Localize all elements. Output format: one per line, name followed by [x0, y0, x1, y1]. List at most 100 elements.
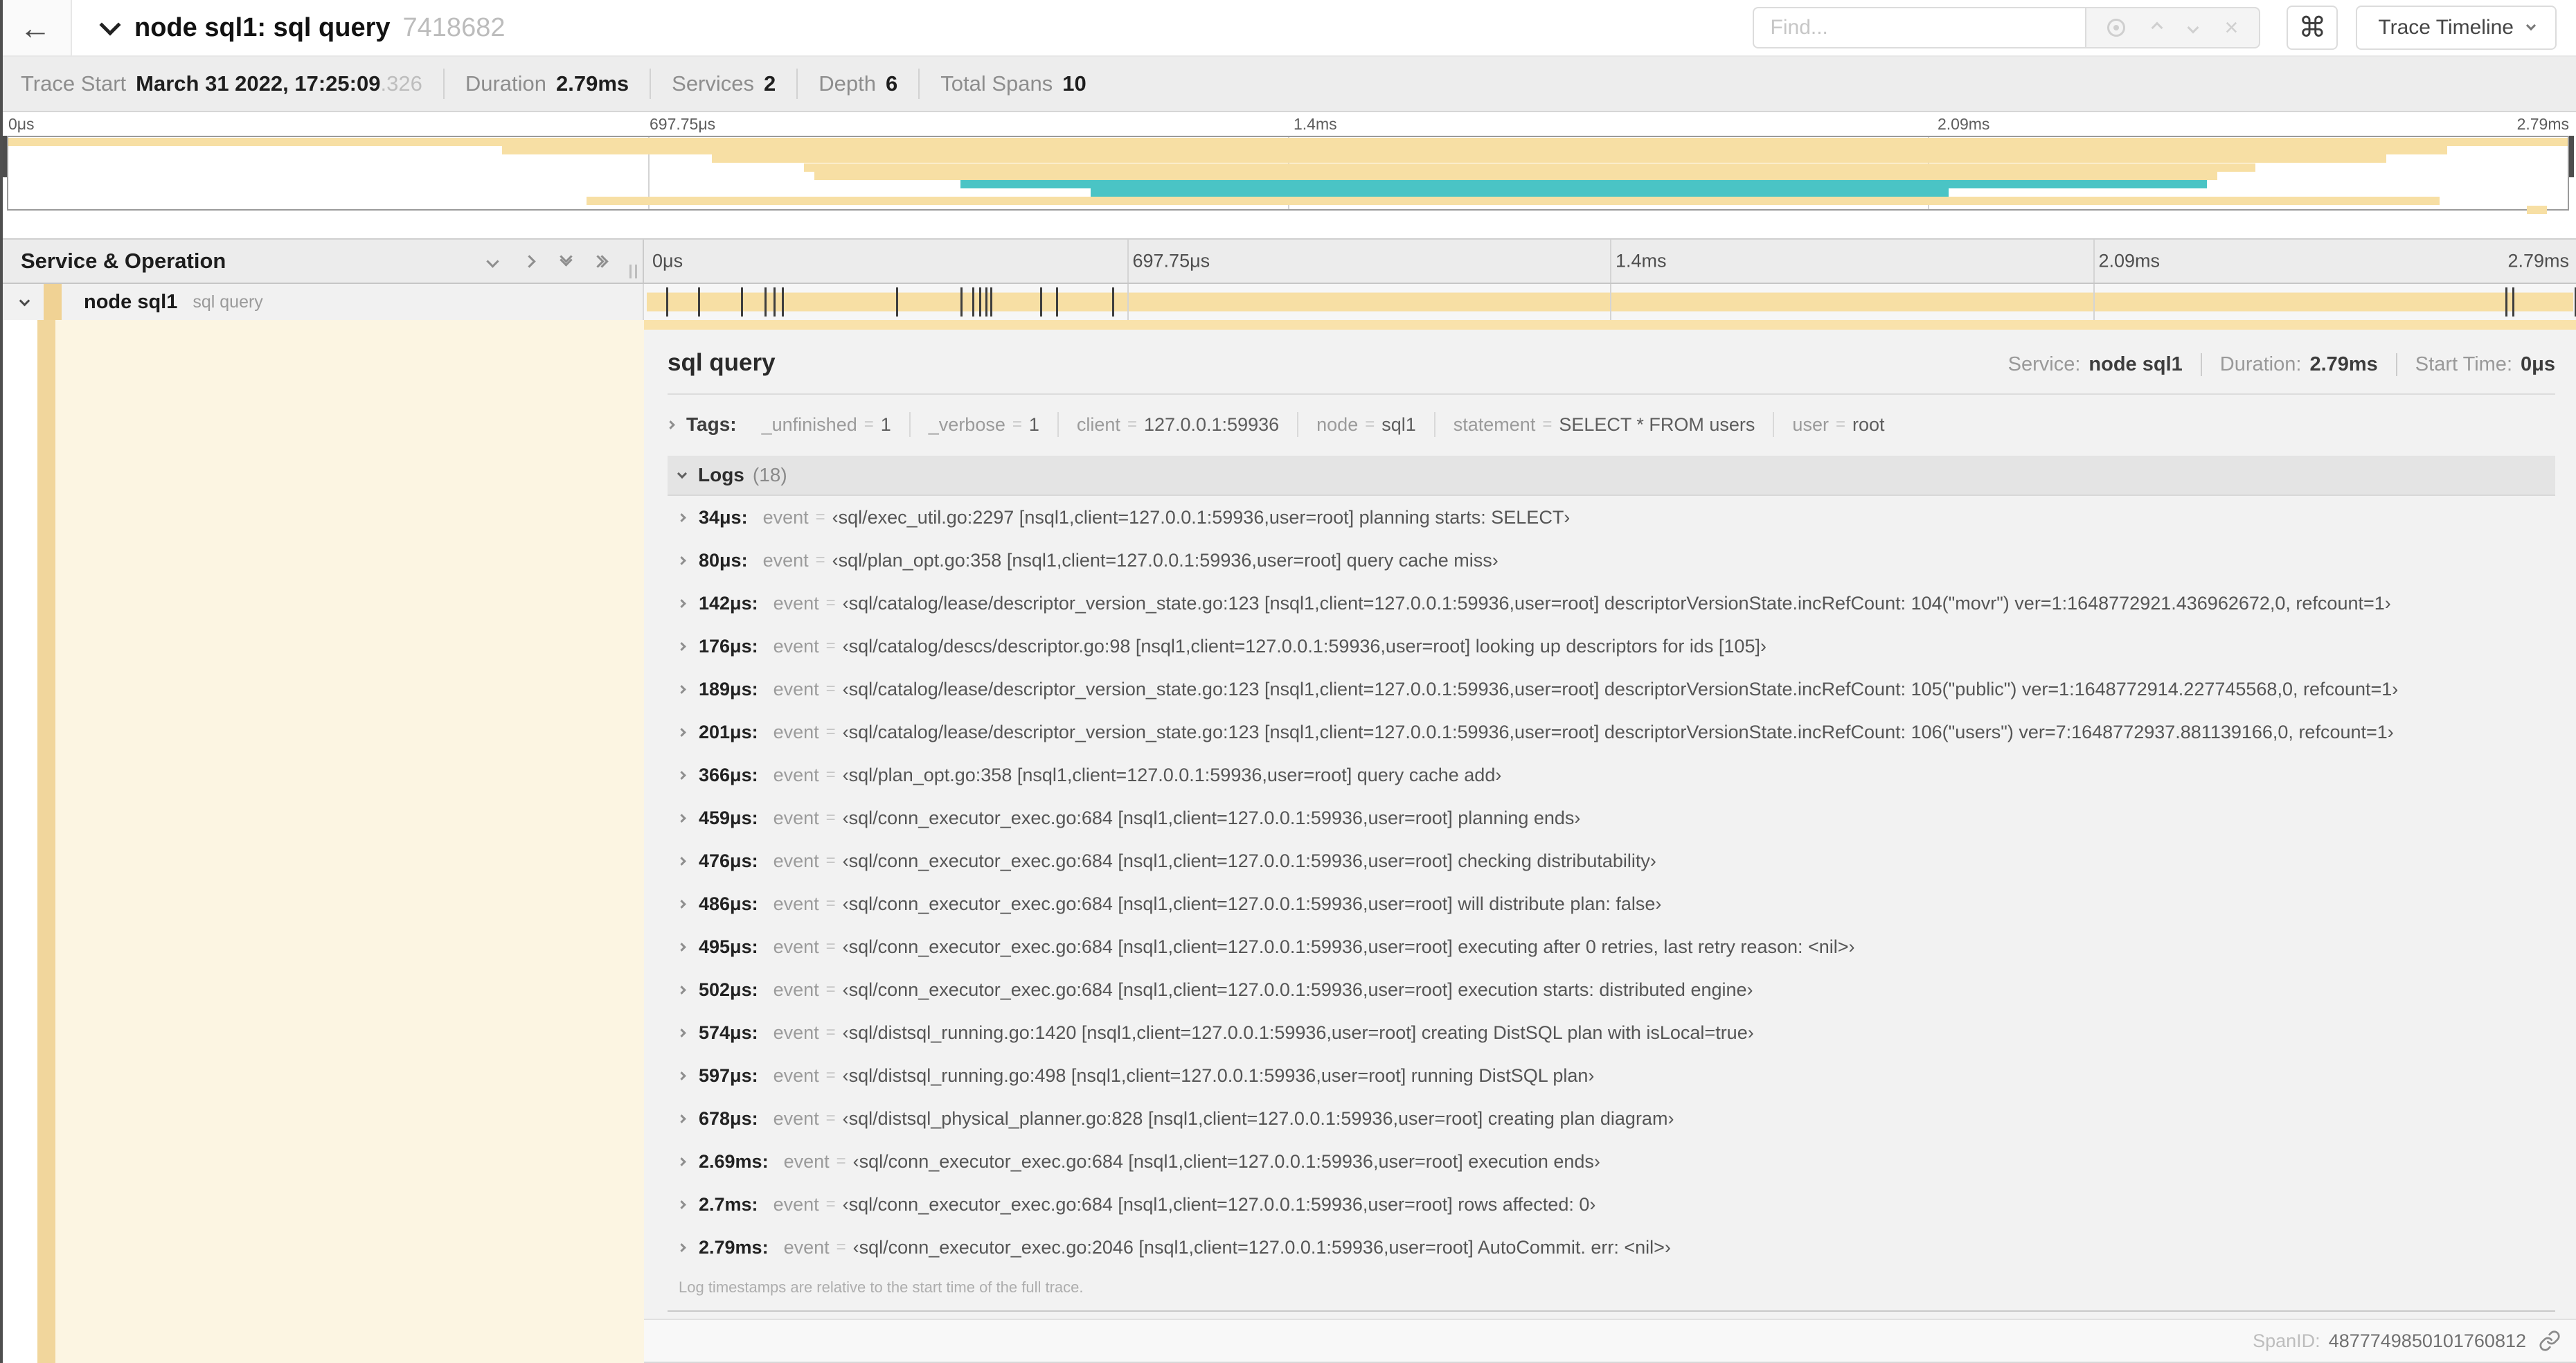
log-marker	[990, 287, 992, 317]
log-marker	[764, 287, 767, 317]
log-field-value: ‹sql/exec_util.go:2297 [nsql1,client=127…	[832, 506, 1571, 528]
tag-value: 1	[1028, 413, 1039, 435]
span-timeline[interactable]	[644, 284, 2576, 320]
log-timestamp: 486μs:	[699, 893, 758, 914]
log-field-value: ‹sql/distsql_physical_planner.go:828 [ns…	[842, 1107, 1674, 1129]
log-timestamp: 2.7ms:	[699, 1193, 758, 1215]
tags-expand-chevron-icon[interactable]	[666, 420, 675, 429]
log-marker	[895, 287, 898, 317]
expand-one-icon[interactable]	[523, 254, 536, 268]
log-field-value: ‹sql/conn_executor_exec.go:684 [nsql1,cl…	[842, 979, 1753, 1000]
tags-row[interactable]: Tags: _unfinished = 1 _verbose = 1 client = 127.…	[666, 412, 2555, 437]
find-input[interactable]	[1752, 7, 2085, 48]
log-row[interactable]: 201μs: event = ‹sql/catalog/lease/descripto…	[668, 711, 2555, 754]
log-row[interactable]: 34μs: event = ‹sql/exec_util.go:2297 [nsql1…	[668, 496, 2555, 539]
minimap-canvas[interactable]	[2, 136, 2574, 214]
log-row[interactable]: 189μs: event = ‹sql/catalog/lease/descripto…	[668, 668, 2555, 711]
log-row[interactable]: 574μs: event = ‹sql/distsql_running.go:1420…	[668, 1011, 2555, 1054]
gridline	[1127, 240, 1129, 283]
ruler-tick-label: 1.4ms	[1616, 250, 1667, 271]
log-marker	[960, 287, 963, 317]
tag-key: _unfinished	[761, 413, 857, 435]
trace-collapse-chevron-icon[interactable]	[99, 14, 121, 36]
trace-info-item: Total Spans 10	[940, 69, 1107, 99]
back-button[interactable]	[0, 0, 72, 55]
log-expand-chevron-icon	[677, 555, 686, 565]
trace-summary-bar: Trace Start March 31 2022, 17:25:09.326 Du…	[0, 57, 2576, 112]
log-row[interactable]: 2.69ms: event = ‹sql/conn_executor_exec.go:…	[668, 1140, 2555, 1183]
log-row[interactable]: 80μs: event = ‹sql/plan_opt.go:358 [nsql1,c…	[668, 539, 2555, 582]
keyboard-shortcuts-button[interactable]	[2287, 6, 2338, 50]
log-field-key: event	[773, 764, 819, 785]
service-color-strip	[44, 284, 62, 320]
minimap-span	[814, 171, 2217, 180]
locate-icon[interactable]	[2107, 19, 2125, 37]
collapse-one-icon[interactable]	[486, 254, 499, 268]
chevron-down-icon	[2525, 20, 2537, 31]
trace-timeline-page: node sql1: sql query 7418682 Trace Timel…	[0, 0, 2576, 1363]
log-field-key: event	[773, 1107, 819, 1129]
log-row[interactable]: 366μs: event = ‹sql/plan_opt.go:358 [nsql1,…	[668, 754, 2555, 796]
minimap-span	[8, 138, 2568, 146]
log-row[interactable]: 459μs: event = ‹sql/conn_executor_exec.go:6…	[668, 796, 2555, 839]
log-timestamp: 34μs:	[699, 506, 748, 528]
log-marker	[1112, 287, 1114, 317]
span-id-value: 4877749850101760812	[2328, 1330, 2526, 1351]
prev-result-icon[interactable]	[2151, 21, 2163, 34]
window-edge	[0, 0, 3, 1363]
log-row[interactable]: 2.7ms: event = ‹sql/conn_executor_exec.go:6…	[668, 1183, 2555, 1226]
log-timestamp: 366μs:	[699, 764, 758, 785]
clear-search-icon[interactable]	[2225, 16, 2239, 39]
trace-info-value: March 31 2022, 17:25:09	[136, 71, 381, 96]
log-row[interactable]: 2.79ms: event = ‹sql/conn_executor_exec.go:…	[668, 1226, 2555, 1269]
span-link-icon[interactable]	[2539, 1330, 2561, 1352]
log-row[interactable]: 176μs: event = ‹sql/catalog/descs/descripto…	[668, 625, 2555, 668]
log-row[interactable]: 486μs: event = ‹sql/conn_executor_exec.go:6…	[668, 882, 2555, 925]
detail-meta-value: 2.79ms	[2309, 353, 2378, 375]
log-row[interactable]: 502μs: event = ‹sql/conn_executor_exec.go:6…	[668, 968, 2555, 1011]
log-equals: =	[815, 508, 825, 526]
tag-item: _unfinished = 1	[744, 412, 911, 437]
minimap-left-handle[interactable]	[2, 136, 7, 177]
log-row[interactable]: 495μs: event = ‹sql/conn_executor_exec.go:6…	[668, 925, 2555, 968]
detail-span-title: sql query	[668, 349, 776, 376]
gridline	[2093, 284, 2095, 320]
log-row[interactable]: 597μs: event = ‹sql/distsql_running.go:498 …	[668, 1054, 2555, 1097]
span-collapse-chevron-icon[interactable]	[19, 295, 30, 306]
detail-meta: Service: node sql1 Duration: 2.79ms Start Ti…	[1990, 353, 2555, 376]
trace-info-label: Duration	[465, 71, 546, 96]
tag-item: _verbose = 1	[911, 412, 1059, 437]
minimap-right-handle[interactable]	[2569, 136, 2574, 177]
trace-id: 7418682	[402, 12, 506, 42]
log-field-value: ‹sql/catalog/lease/descriptor_version_st…	[842, 592, 2391, 614]
find-group	[1752, 7, 2261, 48]
log-expand-chevron-icon	[677, 813, 686, 823]
tag-equals: =	[1542, 415, 1553, 434]
tag-key: node	[1316, 413, 1359, 435]
log-marker	[741, 287, 743, 317]
detail-meta-item: Start Time: 0μs	[2397, 353, 2555, 376]
log-equals: =	[825, 937, 836, 956]
log-timestamp: 597μs:	[699, 1064, 758, 1086]
collapse-all-icon[interactable]	[560, 250, 573, 267]
span-row[interactable]: node sql1 sql query	[0, 284, 2576, 320]
detail-separator	[668, 393, 2555, 395]
log-timestamp: 495μs:	[699, 936, 758, 957]
log-field-key: event	[773, 850, 819, 871]
log-row[interactable]: 678μs: event = ‹sql/distsql_physical_planne…	[668, 1097, 2555, 1140]
detail-meta-label: Service:	[2007, 353, 2081, 375]
span-detail-panel: sql query Service: node sql1 Duration: 2.79…	[644, 320, 2576, 1363]
view-selector-button[interactable]: Trace Timeline	[2356, 6, 2557, 50]
service-operation-title: Service & Operation	[21, 249, 226, 273]
log-row[interactable]: 476μs: event = ‹sql/conn_executor_exec.go:6…	[668, 839, 2555, 882]
next-result-icon[interactable]	[2187, 21, 2199, 34]
column-resizer-grip[interactable]	[629, 265, 637, 278]
tag-value: SELECT * FROM users	[1559, 413, 1755, 435]
tag-key: client	[1076, 413, 1120, 435]
logs-header[interactable]: Logs (18)	[668, 456, 2555, 496]
log-row[interactable]: 142μs: event = ‹sql/catalog/lease/descripto…	[668, 582, 2555, 625]
log-equals: =	[825, 1066, 836, 1085]
expand-all-icon[interactable]	[591, 254, 609, 268]
tree-controls	[486, 250, 643, 268]
tag-key: statement	[1453, 413, 1536, 435]
